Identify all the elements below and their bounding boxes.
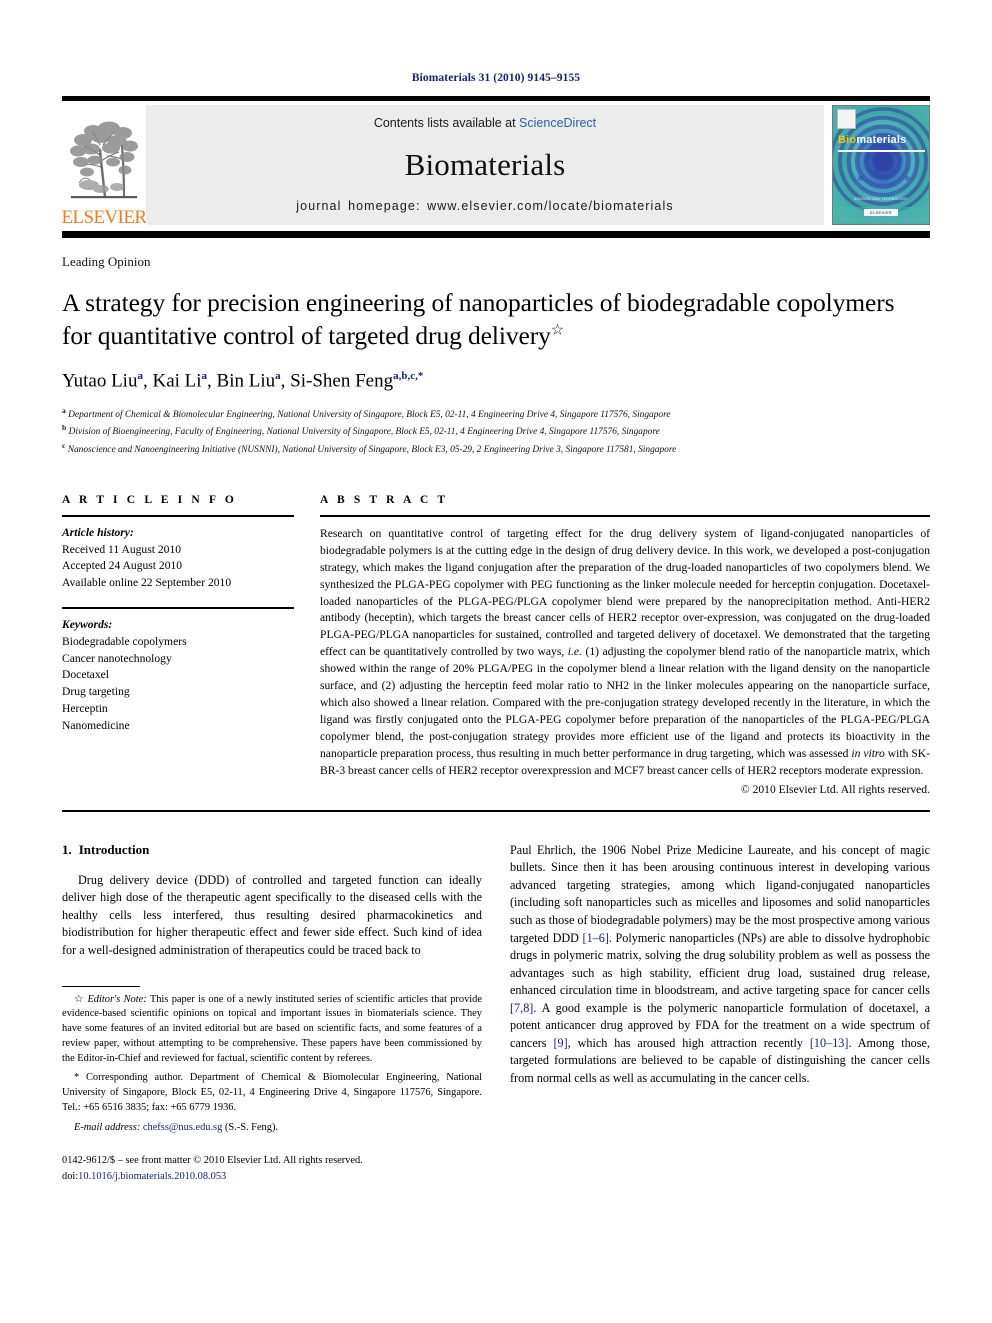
- keyword-item: Drug targeting: [62, 685, 130, 699]
- doi-link[interactable]: 10.1016/j.biomaterials.2010.08.053: [78, 1171, 226, 1182]
- masthead-bottom-rule: [62, 231, 930, 238]
- introduction-paragraph-1: Drug delivery device (DDD) of controlled…: [62, 872, 482, 957]
- contents-available-line: Contents lists available at ScienceDirec…: [374, 116, 596, 130]
- author-list: Yutao Liua, Kai Lia, Bin Liua, Si-Shen F…: [62, 370, 424, 392]
- email-link[interactable]: chefss@nus.edu.sg: [143, 1122, 222, 1133]
- cover-title-part2: materials: [856, 134, 907, 146]
- abstract-part-2: (1) adjusting the copolymer blend ratio …: [320, 645, 930, 760]
- article-history-group: Article history: Received 11 August 2010…: [62, 517, 294, 592]
- email-suffix: (S.-S. Feng).: [222, 1121, 279, 1133]
- abstract-text: Research on quantitative control of targ…: [320, 517, 930, 780]
- keyword-item: Nanomedicine: [62, 718, 130, 732]
- footnote-separator: [62, 985, 140, 987]
- imprint-line: 0142-9612/$ – see front matter © 2010 El…: [62, 1155, 363, 1167]
- cover-publisher-badge: [837, 109, 856, 129]
- body-column-left: 1. Introduction Drug delivery device (DDD…: [62, 842, 482, 1185]
- citation-ref-2[interactable]: [7,8]: [510, 1001, 533, 1015]
- article-info-heading: A R T I C L E I N F O: [62, 493, 237, 506]
- abstract-column: A B S T R A C T Research on quantitative…: [320, 494, 930, 796]
- body-column-right: Paul Ehrlich, the 1906 Nobel Prize Medic…: [510, 842, 930, 1185]
- introduction-number: 1.: [62, 841, 72, 857]
- footnote-editors-note: ☆ Editor's Note: This paper is one of a …: [62, 993, 482, 1067]
- history-item: Accepted 24 August 2010: [62, 559, 183, 573]
- affiliation-item: a Department of Chemical & Biomolecular …: [62, 405, 671, 420]
- introduction-title: Introduction: [78, 841, 150, 857]
- history-item: Received 11 August 2010: [62, 542, 182, 556]
- keyword-item: Herceptin: [62, 702, 108, 716]
- doi-line: doi:10.1016/j.biomaterials.2010.08.053: [62, 1169, 482, 1185]
- cover-divider: [838, 150, 925, 152]
- history-item: Available online 22 September 2010: [62, 576, 232, 590]
- imprint-block: 0142-9612/$ – see front matter © 2010 El…: [62, 1153, 482, 1184]
- introduction-paragraph-2: Paul Ehrlich, the 1906 Nobel Prize Medic…: [510, 842, 930, 1088]
- journal-homepage-line[interactable]: journal homepage: www.elsevier.com/locat…: [296, 199, 673, 213]
- contents-prefix: Contents lists available at: [373, 116, 520, 130]
- keyword-item: Cancer nanotechnology: [62, 651, 172, 665]
- affiliation-item: b Division of Bioengineering, Faculty of…: [62, 423, 660, 438]
- masthead-center-panel: Contents lists available at ScienceDirec…: [146, 105, 824, 225]
- cover-footer-line2: ELSEVIER: [864, 209, 898, 216]
- citation-ref-4[interactable]: [10–13]: [810, 1036, 849, 1050]
- body-columns: 1. Introduction Drug delivery device (DDD…: [62, 842, 930, 1185]
- editor-note-marker: ☆: [74, 993, 85, 1005]
- keywords-group: Keywords: Biodegradable copolymers Cance…: [62, 609, 294, 735]
- title-footnote-marker: ☆: [550, 322, 565, 339]
- abstract-heading: A B S T R A C T: [320, 493, 449, 506]
- keywords-label: Keywords:: [62, 618, 113, 632]
- corresponding-author-text: Corresponding author. Department of Chem…: [62, 1072, 482, 1113]
- intro-p2-a: Paul Ehrlich, the 1906 Nobel Prize Medic…: [510, 842, 930, 945]
- article-section-label: Leading Opinion: [62, 254, 151, 269]
- email-label: E-mail address:: [74, 1121, 141, 1133]
- cover-footer-line1: SCIENCE AND TECHNOLOGY: [853, 197, 909, 201]
- footnote-zone: ☆ Editor's Note: This paper is one of a …: [62, 985, 482, 1185]
- introduction-heading: 1. Introduction: [62, 842, 482, 858]
- journal-masthead: ELSEVIER Contents lists available at Sci…: [62, 101, 930, 229]
- journal-cover-thumbnail[interactable]: Biomaterials SCIENCE AND TECHNOLOGY ELSE…: [832, 105, 930, 225]
- cover-footer: SCIENCE AND TECHNOLOGY ELSEVIER: [833, 197, 929, 219]
- citation-ref-3[interactable]: [9]: [553, 1036, 567, 1050]
- abstract-italic-1: i.e.: [567, 645, 582, 659]
- article-history-label: Article history:: [62, 525, 134, 539]
- info-abstract-region: A R T I C L E I N F O Article history: R…: [62, 494, 930, 796]
- page-title: A strategy for precision engineering of …: [62, 286, 930, 352]
- elsevier-wordmark: ELSEVIER: [61, 207, 148, 228]
- keyword-item: Docetaxel: [62, 668, 109, 682]
- footnote-email: E-mail address: chefss@nus.edu.sg (S.-S.…: [62, 1121, 482, 1136]
- abstract-part-1: Research on quantitative control of targ…: [320, 526, 930, 659]
- doi-prefix: doi:: [62, 1171, 79, 1182]
- paper-title-text: A strategy for precision engineering of …: [62, 288, 895, 351]
- journal-article-page: Biomaterials 31 (2010) 9145–9155 ELSEVIE…: [0, 0, 992, 1323]
- sciencedirect-link[interactable]: ScienceDirect: [519, 116, 596, 130]
- abstract-copyright: © 2010 Elsevier Ltd. All rights reserved…: [740, 782, 930, 796]
- running-head: Biomaterials 31 (2010) 9145–9155: [411, 72, 581, 84]
- journal-title: Biomaterials: [404, 146, 566, 182]
- intro-p2-d: , which has aroused high attraction rece…: [567, 1035, 810, 1050]
- abstract-italic-2: in vitro: [851, 746, 885, 760]
- elsevier-tree-icon: [70, 121, 138, 199]
- cover-title: Biomaterials: [838, 134, 906, 146]
- title-block: Leading Opinion A strategy for precision…: [62, 254, 930, 458]
- citation-ref-1[interactable]: [1–6]: [583, 931, 609, 945]
- editor-note-label: Editor's Note:: [87, 993, 147, 1005]
- cover-title-part1: Bio: [838, 134, 857, 146]
- footnote-corresponding-author: * Corresponding author. Department of Ch…: [62, 1071, 482, 1115]
- abstract-bottom-rule: [62, 809, 930, 812]
- affiliation-list: a Department of Chemical & Biomolecular …: [62, 405, 930, 458]
- keyword-item: Biodegradable copolymers: [62, 634, 187, 648]
- elsevier-logo: ELSEVIER: [61, 101, 148, 229]
- affiliation-item: c Nanoscience and Nanoengineering Initia…: [62, 441, 677, 456]
- article-info-column: A R T I C L E I N F O Article history: R…: [62, 494, 294, 796]
